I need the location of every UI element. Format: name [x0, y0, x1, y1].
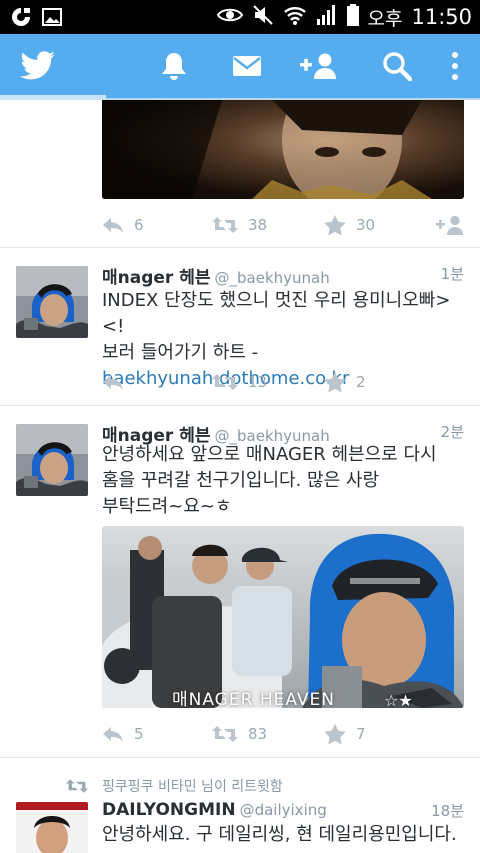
retweet-count: 13: [248, 373, 268, 391]
favorite-count: 30: [356, 216, 376, 234]
avatar[interactable]: [16, 802, 88, 853]
tweet-text-line: 안녕하세요 앞으로 매NAGER 헤븐으로 다시: [102, 444, 437, 465]
tweet-actions: 5 83 7: [102, 722, 464, 746]
star-icon: [324, 372, 346, 392]
tweet-timestamp: 18분: [431, 802, 464, 820]
status-bar: 오후 11:50: [0, 0, 480, 34]
retweet-count: 38: [248, 216, 268, 234]
add-user-icon: [436, 215, 463, 235]
tweet-item[interactable]: 6 38 30: [0, 100, 480, 248]
signal-icon: [316, 4, 338, 30]
retweet-button[interactable]: 13: [212, 370, 267, 394]
tweet-text-line: INDEX 단장도 했으니 멋진 우리 용미니오빠><!: [102, 290, 451, 337]
tweet-text-line: 부탁드려~요~ㅎ: [102, 496, 232, 517]
author-handle[interactable]: @dailyixing: [240, 801, 327, 819]
reply-button[interactable]: [102, 370, 134, 394]
wifi-icon: [283, 4, 307, 30]
tweet-text-line: 보러 들어가기 하트 -: [102, 342, 259, 363]
author-name[interactable]: DAILYONGMIN: [102, 800, 236, 820]
app-icon: [10, 6, 32, 32]
messages-envelope-icon[interactable]: [232, 46, 262, 86]
tweet-item[interactable]: 매nager 헤븐 @_baekhyunah 1분 INDEX 단장도 했으니 멋…: [0, 248, 480, 406]
reply-count: 5: [134, 725, 144, 743]
notifications-bell-icon[interactable]: [160, 46, 188, 86]
tweet-text-line: 안녕하세요. 구 데일리씽, 현 데일리용민입니다.: [102, 824, 457, 845]
author-name[interactable]: 매nager 헤븐: [102, 268, 211, 288]
favorite-count: 2: [356, 373, 366, 391]
retweet-button[interactable]: 38: [212, 213, 267, 237]
retweet-icon: [212, 217, 238, 233]
tweet-photo[interactable]: 매NAGER HEAVEN ☆★: [102, 526, 464, 708]
tweet-timestamp: 1분: [440, 265, 464, 283]
tweet-text: 안녕하세요. 구 데일리씽, 현 데일리용민입니다.: [102, 822, 472, 848]
author-handle[interactable]: @_baekhyunah: [215, 269, 330, 287]
retweet-icon: [212, 374, 238, 390]
tweet-text-line: 홈을 꾸려갈 천구기입니다. 많은 사랑: [102, 470, 380, 491]
star-icon: [324, 215, 346, 235]
favorite-count: 7: [356, 725, 366, 743]
tweet-header: 매nager 헤븐 @_baekhyunah 1분: [102, 263, 464, 289]
timeline[interactable]: 6 38 30 매nager 헤븐 @_baekhyunah 1분 INDEX …: [0, 100, 480, 853]
tweet-timestamp: 2분: [440, 423, 464, 441]
photo-watermark-stars: ☆★: [384, 691, 413, 708]
avatar[interactable]: [16, 424, 88, 496]
retweet-button[interactable]: 83: [212, 722, 267, 746]
reply-icon: [103, 727, 123, 742]
tweet-item[interactable]: 핑쿠핑쿠 비타민 님이 리트윗함 DAILYONGMIN @dailyixing …: [0, 758, 480, 853]
reply-button[interactable]: 5: [102, 722, 144, 746]
reply-icon: [103, 218, 123, 233]
tweet-actions: 13 2: [102, 370, 464, 394]
clock-time: 11:50: [411, 5, 472, 29]
retweet-context[interactable]: 핑쿠핑쿠 비타민 님이 리트윗함: [102, 776, 283, 796]
tweet-actions: 6 38 30: [102, 213, 464, 237]
reply-icon: [103, 375, 123, 390]
retweet-count: 83: [248, 725, 268, 743]
retweet-icon: [212, 726, 238, 742]
favorite-button[interactable]: 30: [324, 213, 375, 237]
twitter-bird-icon[interactable]: [20, 46, 56, 86]
app-toolbar: [0, 34, 480, 98]
overflow-menu-icon[interactable]: [450, 46, 460, 86]
tweet-text: 안녕하세요 앞으로 매NAGER 헤븐으로 다시 홈을 꾸려갈 천구기입니다. …: [102, 442, 472, 520]
star-icon: [324, 724, 346, 744]
follow-button[interactable]: [436, 213, 466, 237]
photo-watermark: 매NAGER HEAVEN: [172, 690, 335, 708]
retweet-context-icon: [66, 778, 88, 798]
search-icon[interactable]: [382, 46, 412, 86]
tweet-photo[interactable]: [102, 100, 464, 199]
reply-button[interactable]: 6: [102, 213, 144, 237]
favorite-button[interactable]: 2: [324, 370, 366, 394]
add-user-icon[interactable]: [298, 46, 340, 86]
eye-icon: [216, 6, 243, 28]
tweet-item[interactable]: 매nager 헤븐 @_baekhyunah 2분 안녕하세요 앞으로 매NAGE…: [0, 406, 480, 758]
mute-icon: [252, 4, 274, 30]
favorite-button[interactable]: 7: [324, 722, 366, 746]
gallery-icon: [42, 8, 62, 30]
reply-count: 6: [134, 216, 144, 234]
battery-icon: [346, 4, 359, 30]
clock-ampm: 오후: [367, 7, 403, 30]
avatar[interactable]: [16, 266, 88, 338]
